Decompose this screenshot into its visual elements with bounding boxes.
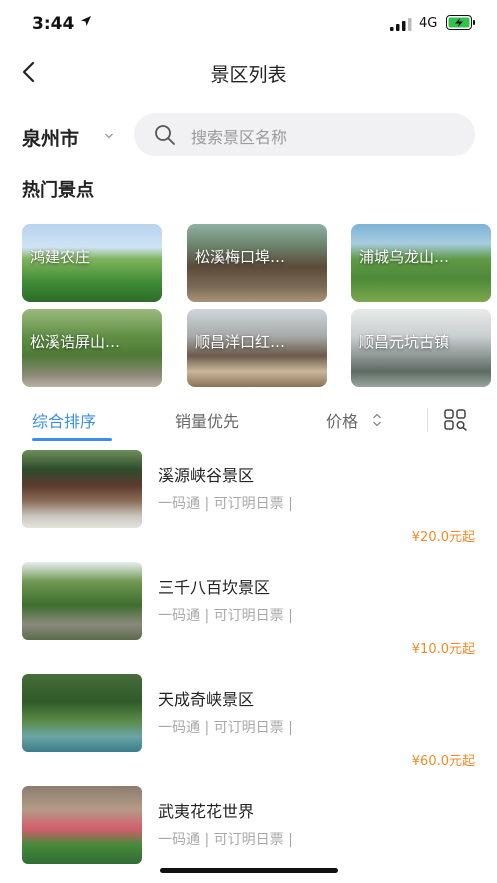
status-bar: 3:44 4G [0,0,497,48]
spot-tags: 一码通 | 可订明日票 | [158,608,293,624]
hot-spot-card[interactable]: 顺昌洋口红… [187,309,327,387]
hot-spots-title: 热门景点 [22,180,94,201]
hot-spot-card[interactable]: 顺昌元坑古镇 [351,309,491,387]
list-item[interactable]: 溪源峡谷景区 一码通 | 可订明日票 | ¥20.0元起 [0,450,497,562]
hot-spot-label: 鸿建农庄 [30,248,91,266]
spot-name: 武夷花花世界 [158,802,255,821]
hot-spot-card[interactable]: 松溪诰屏山… [22,309,162,387]
spot-price: ¥20.0元起 [411,530,475,545]
navigation-bar: 景区列表 [0,48,497,98]
spot-thumbnail [22,674,142,752]
active-tab-indicator [32,438,112,441]
hot-spot-label: 浦城乌龙山… [359,248,450,266]
sort-tabs: 综合排序 销量优先 价格 [0,400,497,444]
search-bar[interactable]: 搜索景区名称 [134,113,475,156]
hot-spot-label: 顺昌元坑古镇 [359,333,450,351]
search-icon [155,125,175,145]
hot-spot-label: 松溪梅口埠… [195,248,286,266]
tab-sales[interactable]: 销量优先 [175,408,239,432]
hot-spot-card[interactable]: 浦城乌龙山… [351,224,491,302]
grid-view-icon[interactable] [444,409,468,431]
spot-thumbnail [22,562,142,640]
spot-thumbnail [22,450,142,528]
hot-spot-card[interactable]: 松溪梅口埠… [187,224,327,302]
status-time: 3:44 [32,14,75,34]
location-arrow-icon [81,16,91,26]
home-indicator [160,868,338,873]
spot-thumbnail [22,786,142,864]
hot-spot-label: 顺昌洋口红… [195,333,286,351]
city-selector[interactable]: 泉州市 [22,124,79,151]
spot-name: 三千八百坎景区 [158,578,271,597]
chevron-down-icon[interactable] [104,132,114,140]
tab-price[interactable]: 价格 [326,408,358,432]
search-placeholder[interactable]: 搜索景区名称 [191,124,287,148]
list-item[interactable]: 天成奇峡景区 一码通 | 可订明日票 | ¥60.0元起 [0,674,497,786]
tab-comprehensive[interactable]: 综合排序 [32,408,96,432]
signal-icon [390,18,412,31]
spot-name: 天成奇峡景区 [158,690,255,709]
hot-spot-label: 松溪诰屏山… [30,333,121,351]
spot-tags: 一码通 | 可订明日票 | [158,832,293,848]
hot-spot-card[interactable]: 鸿建农庄 [22,224,162,302]
sort-updown-icon[interactable] [371,412,383,428]
page-title: 景区列表 [210,64,287,86]
spot-tags: 一码通 | 可订明日票 | [158,720,293,736]
spot-name: 溪源峡谷景区 [158,466,255,485]
divider [427,408,428,432]
spot-price: ¥60.0元起 [411,754,475,769]
network-type: 4G [419,16,438,31]
list-item[interactable]: 三千八百坎景区 一码通 | 可订明日票 | ¥10.0元起 [0,562,497,674]
spot-tags: 一码通 | 可订明日票 | [158,496,293,512]
spot-price: ¥10.0元起 [411,642,475,657]
battery-charging-icon [446,15,475,30]
